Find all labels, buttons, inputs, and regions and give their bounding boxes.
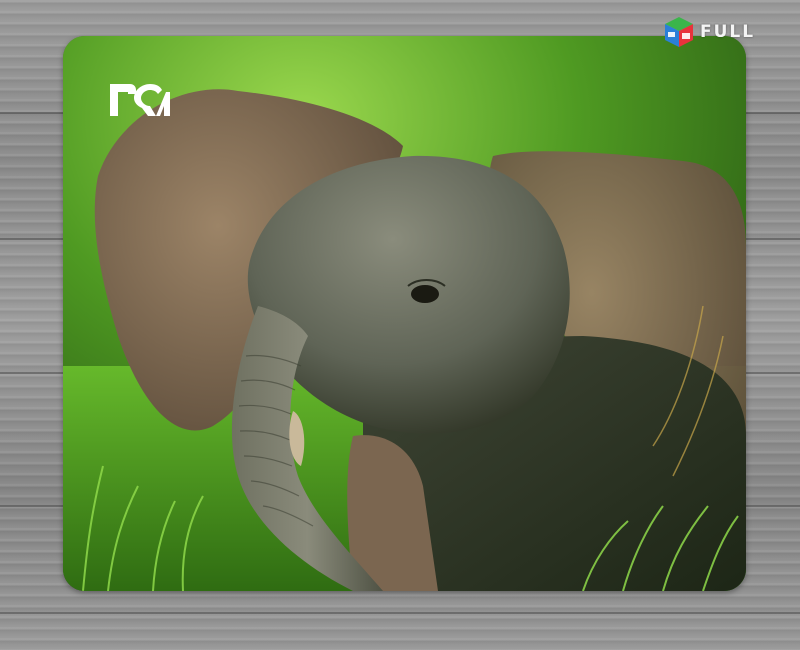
elephant-eye [411, 285, 439, 303]
isometric-cube-icon [665, 17, 693, 47]
watermark: FULL [662, 14, 794, 50]
watermark-text: FULL [700, 22, 756, 42]
rsa-logo-icon [110, 84, 170, 116]
wood-plank-seam [0, 612, 800, 614]
